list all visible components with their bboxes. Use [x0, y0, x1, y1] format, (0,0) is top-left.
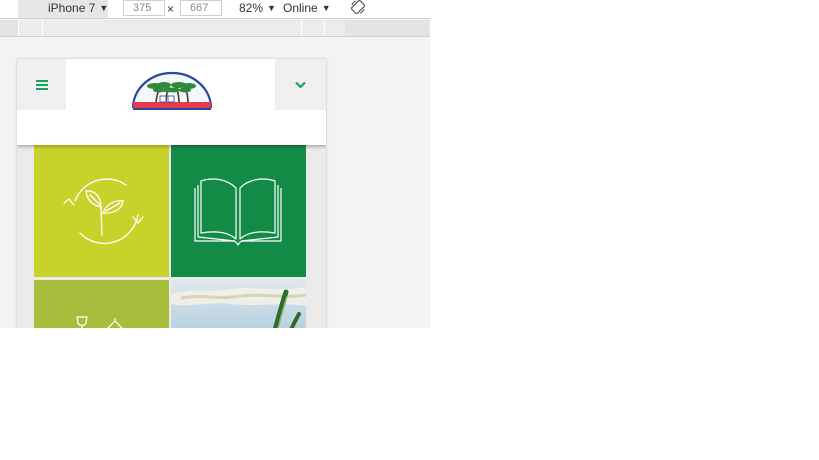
tile-hospitality[interactable] — [34, 280, 169, 328]
zoom-value: 82% — [239, 1, 264, 15]
palm-photo — [171, 287, 306, 328]
tile-palm-photo[interactable] — [171, 280, 306, 328]
wine-glass-icon — [76, 316, 123, 328]
hamburger-icon — [35, 79, 48, 90]
network-throttle-select[interactable]: Online ▼ — [283, 0, 331, 18]
network-value: Online — [283, 1, 318, 15]
menu-button[interactable] — [17, 59, 66, 110]
open-book-icon — [194, 178, 282, 246]
ruler-segment[interactable] — [324, 20, 345, 36]
device-select[interactable]: iPhone 7 ▼ — [18, 0, 108, 18]
site-header — [17, 59, 326, 145]
zoom-caret-icon: ▼ — [267, 3, 276, 13]
rotate-icon[interactable] — [350, 0, 366, 17]
network-caret-icon: ▼ — [321, 3, 331, 13]
ruler-segment[interactable] — [301, 20, 324, 36]
zoom-select[interactable]: 82% ▼ — [239, 0, 276, 18]
emulated-viewport — [17, 59, 326, 328]
width-input[interactable]: 375 — [123, 0, 165, 16]
device-name: iPhone 7 — [48, 1, 96, 15]
device-toolbar: iPhone 7 ▼ 375 × 667 82% ▼ Online ▼ — [0, 0, 430, 19]
height-input[interactable]: 667 — [180, 0, 222, 16]
tile-education[interactable] — [171, 145, 306, 277]
chevron-down-icon — [295, 81, 306, 89]
media-query-ruler[interactable] — [0, 20, 430, 37]
dimension-separator: × — [167, 2, 175, 16]
tile-sustainability[interactable] — [34, 145, 169, 277]
device-caret-icon: ▼ — [99, 3, 109, 13]
ruler-segment[interactable] — [18, 20, 42, 36]
recycle-leaf-icon — [63, 178, 144, 245]
site-logo[interactable] — [130, 71, 214, 111]
devtools-device-mode: iPhone 7 ▼ 375 × 667 82% ▼ Online ▼ — [0, 0, 430, 328]
ruler-segment[interactable] — [42, 20, 301, 36]
dropdown-toggle-button[interactable] — [275, 59, 326, 110]
